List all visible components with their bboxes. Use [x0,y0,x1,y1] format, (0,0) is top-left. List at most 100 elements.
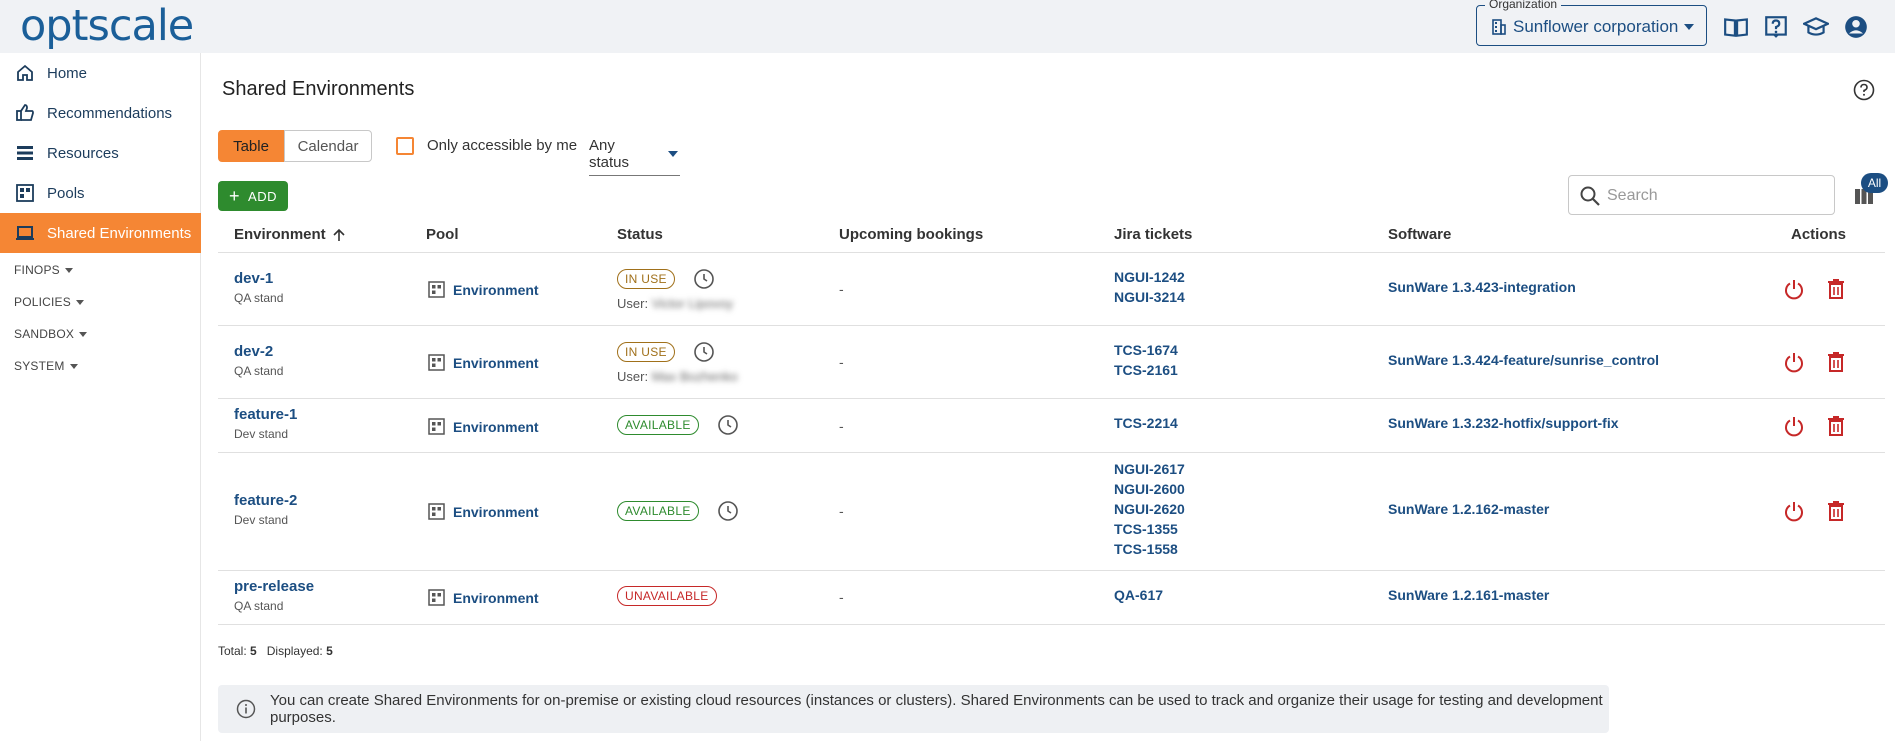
column-header-environment[interactable]: Environment [234,226,346,243]
column-header-status[interactable]: Status [617,226,663,243]
environment-link[interactable]: feature-2 [234,492,297,509]
user-label: User: [617,296,649,311]
column-header-upcoming-bookings: Upcoming bookings [839,226,984,243]
jira-ticket-link[interactable]: TCS-2214 [1114,413,1178,433]
sidebar-group-policies[interactable]: POLICIES [14,295,84,309]
group-label: SANDBOX [14,327,75,341]
help-icon[interactable] [1763,14,1789,40]
pool-link[interactable]: Environment [428,503,539,520]
jira-tickets: NGUI-1242 NGUI-3214 [1114,267,1185,307]
pool-link[interactable]: Environment [428,354,539,371]
jira-ticket-link[interactable]: TCS-1558 [1114,539,1185,559]
sidebar-item-label: Pools [47,184,85,202]
sidebar-item-pools[interactable]: Pools [0,173,201,213]
row-actions [1783,351,1847,373]
pool-name: Environment [453,354,539,371]
power-icon[interactable] [1783,415,1805,437]
power-icon[interactable] [1783,500,1805,522]
top-bar: optscale Organization Sunflower corporat… [0,0,1895,53]
trash-icon[interactable] [1825,415,1847,437]
table-row-env: pre-release QA stand [234,578,314,613]
status-cell: AVAILABLE [617,414,739,436]
search-input[interactable] [1607,184,1827,208]
software-link[interactable]: SunWare 1.3.423-integration [1388,279,1576,295]
sidebar-group-finops[interactable]: FINOPS [14,263,73,277]
trash-icon[interactable] [1825,278,1847,300]
software-link[interactable]: SunWare 1.2.161-master [1388,587,1549,603]
software-link[interactable]: SunWare 1.3.424-feature/sunrise_control [1388,352,1659,368]
jira-ticket-link[interactable]: NGUI-3214 [1114,287,1185,307]
sidebar-item-home[interactable]: Home [0,53,201,93]
jira-tickets: TCS-2214 [1114,413,1178,433]
only-accessible-label[interactable]: Only accessible by me [427,137,577,154]
software-link[interactable]: SunWare 1.2.162-master [1388,501,1549,517]
account-icon[interactable] [1843,14,1869,40]
app-logo[interactable]: optscale [20,1,194,51]
sidebar-group-system[interactable]: SYSTEM [14,359,78,373]
add-button[interactable]: + ADD [218,181,288,211]
divider [218,398,1885,399]
column-header-software: Software [1388,226,1452,243]
organization-value[interactable]: Sunflower corporation [1491,17,1695,37]
organization-name: Sunflower corporation [1513,17,1679,36]
jira-ticket-link[interactable]: TCS-2161 [1114,360,1178,380]
clock-icon[interactable] [693,341,715,363]
jira-ticket-link[interactable]: NGUI-2617 [1114,459,1185,479]
sidebar-group-sandbox[interactable]: SANDBOX [14,327,88,341]
environment-link[interactable]: feature-1 [234,406,297,423]
environment-link[interactable]: pre-release [234,578,314,595]
trash-icon[interactable] [1825,500,1847,522]
tab-table[interactable]: Table [218,130,284,162]
total-value: 5 [250,644,257,658]
search-box[interactable] [1568,175,1835,215]
clock-icon[interactable] [693,268,715,290]
displayed-value: 5 [326,644,333,658]
sidebar-item-shared-environments[interactable]: Shared Environments [0,213,201,253]
row-actions [1783,278,1847,300]
environment-link[interactable]: dev-1 [234,270,283,287]
power-icon[interactable] [1783,351,1805,373]
plus-icon: + [229,186,241,206]
help-circle-icon[interactable] [1853,79,1875,101]
sidebar-item-label: Recommendations [47,104,173,122]
graduation-cap-icon[interactable] [1803,14,1829,40]
total-label: Total: [218,644,247,658]
list-icon [17,146,33,160]
organization-selector[interactable]: Organization Sunflower corporation [1476,0,1707,46]
bookings-value: - [839,281,844,297]
power-icon[interactable] [1783,278,1805,300]
trash-icon[interactable] [1825,351,1847,373]
clock-icon[interactable] [717,500,739,522]
bookings-value: - [839,589,844,605]
chevron-down-icon [64,267,73,273]
jira-ticket-link[interactable]: NGUI-2600 [1114,479,1185,499]
status-filter-select[interactable]: Any status [589,137,680,176]
jira-ticket-link[interactable]: NGUI-2620 [1114,499,1185,519]
group-label: POLICIES [14,295,71,309]
user-line: User: Max Bozhenko [617,369,738,384]
environment-type: Dev stand [234,427,289,441]
environment-type: QA stand [234,599,284,613]
jira-ticket-link[interactable]: NGUI-1242 [1114,267,1185,287]
software-link[interactable]: SunWare 1.3.232-hotfix/support-fix [1388,415,1619,431]
documentation-icon[interactable] [1723,14,1749,40]
pool-link[interactable]: Environment [428,418,539,435]
jira-ticket-link[interactable]: TCS-1674 [1114,340,1178,360]
status-badge: AVAILABLE [617,414,699,435]
environment-link[interactable]: dev-2 [234,343,283,360]
jira-ticket-link[interactable]: QA-617 [1114,585,1163,605]
clock-icon[interactable] [717,414,739,436]
tab-calendar[interactable]: Calendar [284,130,372,162]
info-icon [236,699,256,719]
pool-link[interactable]: Environment [428,281,539,298]
status-cell: IN USE User: Victor Lipovoy [617,268,733,311]
pool-link[interactable]: Environment [428,589,539,606]
sidebar-item-recommendations[interactable]: Recommendations [0,93,201,133]
divider [218,325,1885,326]
jira-ticket-link[interactable]: TCS-1355 [1114,519,1185,539]
column-header-pool[interactable]: Pool [426,226,459,243]
sidebar-item-resources[interactable]: Resources [0,133,201,173]
only-accessible-checkbox[interactable] [396,137,414,155]
group-label: FINOPS [14,263,60,277]
user-name: Victor Lipovoy [651,296,734,311]
